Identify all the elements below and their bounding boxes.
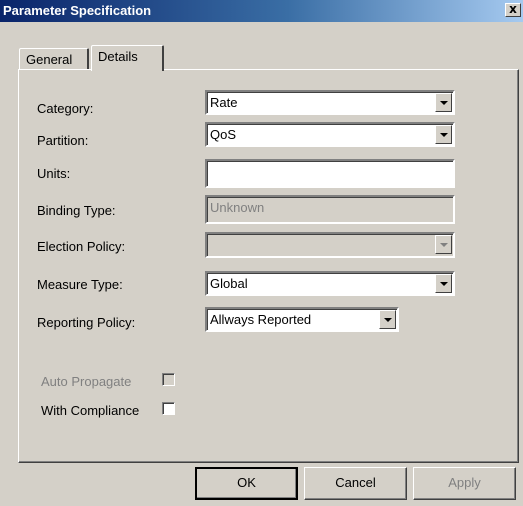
- partition-value: QoS: [210, 127, 237, 142]
- election-policy-label: Election Policy:: [37, 239, 126, 254]
- tab-general-label: General: [26, 52, 73, 67]
- chevron-down-icon: [435, 235, 452, 254]
- category-label: Category:: [37, 101, 94, 116]
- measure-type-select[interactable]: Global: [205, 271, 455, 296]
- parameter-specification-dialog: Parameter Specification x General Detail…: [0, 0, 523, 506]
- category-select[interactable]: Rate: [205, 90, 455, 115]
- chevron-down-icon[interactable]: [435, 93, 452, 112]
- election-policy-select: [205, 232, 455, 258]
- reporting-policy-value: Allways Reported: [210, 312, 312, 327]
- with-compliance-checkbox[interactable]: [162, 402, 175, 415]
- title-bar[interactable]: Parameter Specification x: [0, 0, 523, 22]
- cancel-button[interactable]: Cancel: [304, 467, 407, 500]
- with-compliance-label: With Compliance: [41, 403, 140, 418]
- reporting-policy-select[interactable]: Allways Reported: [205, 307, 399, 332]
- chevron-down-icon[interactable]: [379, 310, 396, 329]
- apply-button: Apply: [413, 467, 516, 500]
- partition-label: Partition:: [37, 133, 89, 148]
- reporting-policy-label: Reporting Policy:: [37, 315, 136, 330]
- binding-type-label: Binding Type:: [37, 203, 116, 218]
- window-title: Parameter Specification: [3, 3, 152, 18]
- tab-details[interactable]: Details: [91, 45, 164, 71]
- tab-general[interactable]: General: [19, 48, 89, 69]
- tab-details-label: Details: [98, 49, 138, 64]
- measure-type-label: Measure Type:: [37, 277, 123, 292]
- units-label: Units:: [37, 166, 71, 181]
- chevron-down-icon[interactable]: [435, 274, 452, 293]
- auto-propagate-label: Auto Propagate: [41, 374, 132, 389]
- chevron-down-icon[interactable]: [435, 125, 452, 144]
- binding-type-value: Unknown: [210, 200, 265, 215]
- category-value: Rate: [210, 95, 238, 110]
- ok-button[interactable]: OK: [195, 467, 298, 500]
- partition-select[interactable]: QoS: [205, 122, 455, 147]
- units-input[interactable]: [205, 159, 455, 188]
- auto-propagate-checkbox: [162, 373, 175, 386]
- measure-type-value: Global: [210, 276, 248, 291]
- close-icon[interactable]: x: [505, 3, 521, 17]
- binding-type-field: Unknown: [205, 195, 455, 224]
